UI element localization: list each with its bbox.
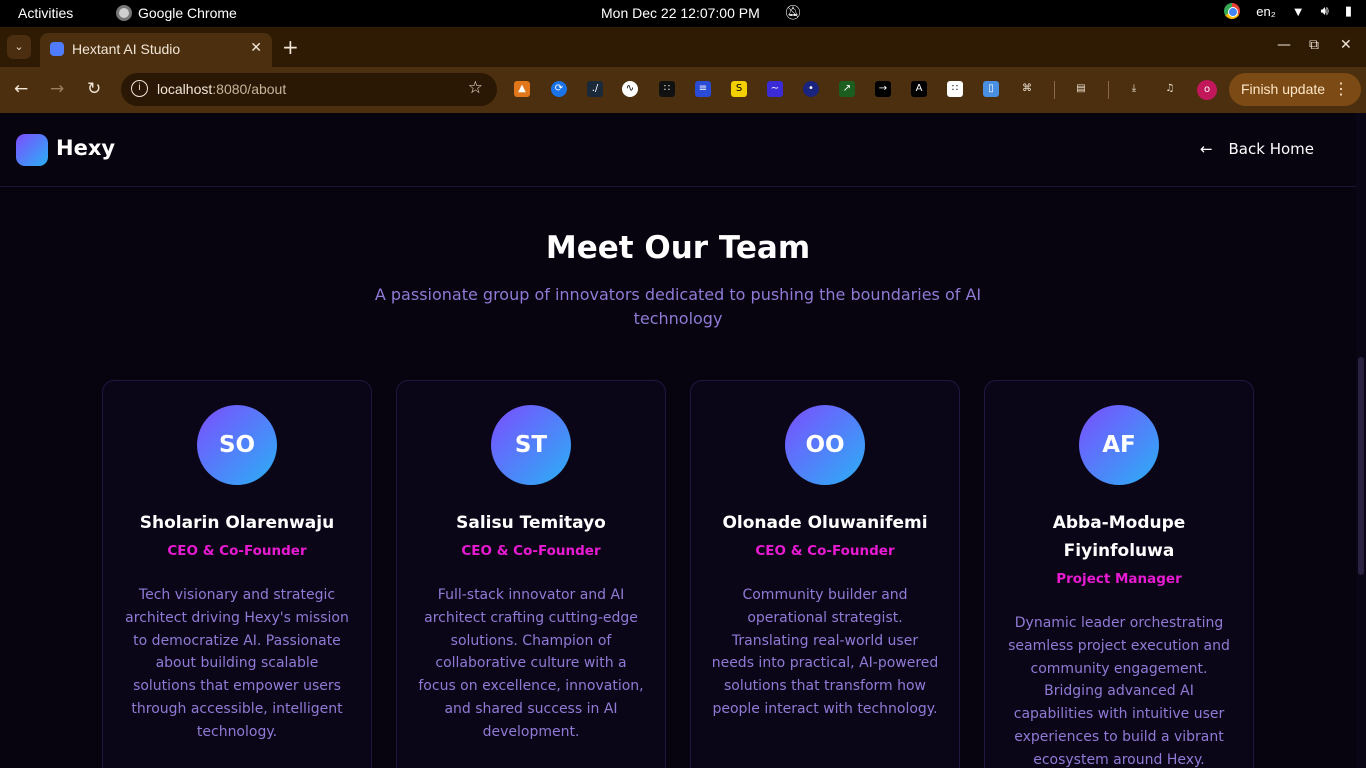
site-favicon-icon <box>50 42 64 56</box>
extension-icon-7[interactable]: S <box>731 81 747 97</box>
close-window-icon[interactable]: ✕ <box>1340 37 1352 53</box>
chrome-app-icon <box>116 5 132 21</box>
restore-icon[interactable]: ⧉ <box>1309 37 1319 53</box>
arrow-left-icon: ← <box>1199 140 1213 158</box>
extensions-puzzle-icon[interactable]: ⌘ <box>1019 81 1035 97</box>
hexy-logo-icon[interactable] <box>16 134 48 166</box>
toolbar-separator <box>1054 81 1055 99</box>
notifications-muted-icon: 🔕︎ <box>784 4 802 20</box>
extension-icon-4[interactable]: ∿ <box>622 81 638 97</box>
extension-icon-11[interactable]: → <box>875 81 891 97</box>
battery-icon: ▮ <box>1344 3 1352 18</box>
app-menu[interactable]: Google Chrome <box>116 5 237 21</box>
close-tab-icon[interactable]: ✕ <box>250 39 262 56</box>
language-indicator[interactable]: en₂ <box>1256 4 1276 19</box>
profile-avatar[interactable]: o <box>1197 80 1217 100</box>
page-scrollbar[interactable] <box>1356 113 1366 768</box>
brand-name[interactable]: Hexy <box>56 136 115 160</box>
browser-tab-strip: ⌄ Hextant AI Studio ✕ + — ⧉ ✕ <box>0 27 1366 67</box>
address-url: localhost:8080/about <box>157 81 286 97</box>
browser-toolbar: ← → ↻ i localhost:8080/about ☆ ▲ ⟳ ./ ∿ … <box>0 67 1366 113</box>
member-role: Project Manager <box>1056 571 1182 587</box>
member-bio: Community builder and operational strate… <box>711 587 939 717</box>
system-top-bar: Activities Google Chrome Mon Dec 22 12:0… <box>0 0 1366 27</box>
wifi-icon: ▼ <box>1291 3 1305 19</box>
finish-update-button[interactable]: Finish update ⋮ <box>1229 73 1361 106</box>
new-tab-icon[interactable]: + <box>282 35 299 59</box>
member-name: Sholarin Olarenwaju <box>139 513 335 533</box>
member-bio: Dynamic leader orchestrating seamless pr… <box>1008 615 1230 768</box>
member-name: Abba-Modupe Fiyinfoluwa <box>1052 513 1186 561</box>
tab-title: Hextant AI Studio <box>72 41 181 57</box>
toolbar-separator <box>1108 81 1109 99</box>
extension-icon-12[interactable]: A <box>911 81 927 97</box>
extension-icon-13[interactable]: ∷ <box>947 81 963 97</box>
media-control-icon[interactable]: ♫ <box>1162 81 1178 97</box>
member-name: Olonade Oluwanifemi <box>722 513 928 533</box>
clock[interactable]: Mon Dec 22 12:07:00 PM <box>601 5 760 21</box>
member-role: CEO & Co-Founder <box>755 543 895 559</box>
avatar: SO <box>197 405 277 485</box>
extension-icon-5[interactable]: ∷ <box>659 81 675 97</box>
avatar: AF <box>1079 405 1159 485</box>
app-name: Google Chrome <box>138 5 237 21</box>
url-host: localhost <box>157 81 213 97</box>
team-card: AF Abba-Modupe Fiyinfoluwa Project Manag… <box>984 380 1254 768</box>
avatar: ST <box>491 405 571 485</box>
address-bar[interactable]: i localhost:8080/about ☆ <box>121 73 497 106</box>
back-home-link[interactable]: ← Back Home <box>1200 140 1314 158</box>
scrollbar-thumb[interactable] <box>1358 357 1364 575</box>
team-card: ST Salisu Temitayo CEO & Co-Founder Full… <box>396 380 666 768</box>
back-icon[interactable]: ← <box>14 79 28 99</box>
tab-hextant-ai-studio[interactable]: Hextant AI Studio ✕ <box>40 33 272 67</box>
forward-icon[interactable]: → <box>50 79 64 99</box>
site-navbar: Hexy ← Back Home <box>0 113 1356 187</box>
reading-mode-icon[interactable]: ▤ <box>1071 81 1091 97</box>
terminal-extension-icon[interactable]: ./ <box>587 81 603 97</box>
team-card: OO Olonade Oluwanifemi CEO & Co-Founder … <box>690 380 960 768</box>
avatar: OO <box>785 405 865 485</box>
system-tray[interactable]: en₂ ▼ 🔊︎ ▮ <box>1224 3 1352 19</box>
member-role: CEO & Co-Founder <box>167 543 307 559</box>
minimize-icon[interactable]: — <box>1277 37 1291 53</box>
reload-icon[interactable]: ↻ <box>87 79 101 99</box>
member-bio: Tech visionary and strategic architect d… <box>125 587 349 740</box>
page-title: Meet Our Team <box>545 230 811 266</box>
bookmark-star-icon[interactable]: ☆ <box>468 78 483 98</box>
extension-icon-9[interactable]: • <box>803 81 819 97</box>
page-subtitle: A passionate group of innovators dedicat… <box>374 285 982 328</box>
tab-search-button[interactable]: ⌄ <box>7 35 31 59</box>
downloads-icon[interactable]: ⤓ <box>1126 81 1142 97</box>
extension-icon-10[interactable]: ↗ <box>839 81 855 97</box>
extension-icon-14[interactable]: ▯ <box>983 81 999 97</box>
extension-icon-6[interactable]: ≡ <box>695 81 711 97</box>
more-menu-icon: ⋮ <box>1333 81 1349 98</box>
back-home-label: Back Home <box>1228 140 1314 158</box>
extension-icon-2[interactable]: ⟳ <box>551 81 567 97</box>
volume-icon: 🔊︎ <box>1320 3 1329 18</box>
finish-update-label: Finish update <box>1241 81 1326 97</box>
page-viewport: Hexy ← Back Home Meet Our Team A passion… <box>0 113 1366 768</box>
chrome-tray-icon[interactable] <box>1224 3 1241 19</box>
member-role: CEO & Co-Founder <box>461 543 601 559</box>
member-name: Salisu Temitayo <box>456 513 606 533</box>
url-path: :8080/about <box>212 81 287 97</box>
team-card: SO Sholarin Olarenwaju CEO & Co-Founder … <box>102 380 372 768</box>
site-info-icon[interactable]: i <box>131 80 148 97</box>
member-bio: Full-stack innovator and AI architect cr… <box>418 587 644 740</box>
activities-button[interactable]: Activities <box>18 5 73 21</box>
extension-icon-8[interactable]: ∼ <box>767 81 783 97</box>
metamask-extension-icon[interactable]: ▲ <box>514 81 530 97</box>
